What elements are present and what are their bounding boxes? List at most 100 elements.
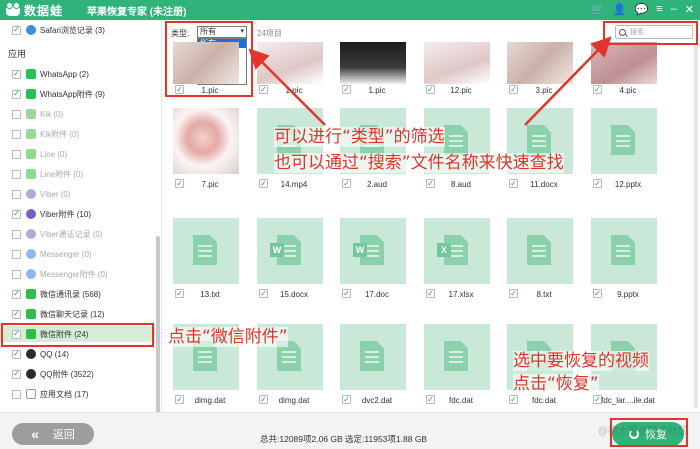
file-tile[interactable]: W 17.doc: [340, 218, 406, 299]
whatsapp-attachment-icon: [26, 89, 36, 99]
app-document-icon: [26, 389, 36, 399]
image-thumbnail: [340, 42, 406, 84]
file-name: 2.aud: [366, 180, 388, 189]
annotation-click-wechat: 点击“微信附件”: [168, 327, 288, 347]
double-chevron-left-icon: «: [31, 426, 39, 442]
window-controls: 🛒 👤 💬 ≡ – ✕: [591, 3, 694, 16]
sidebar-item-label: Kik附件 (0): [40, 129, 80, 139]
grid-scrollbar[interactable]: [694, 44, 698, 408]
sidebar-item-safari-history[interactable]: Safari浏览记录 (3): [0, 22, 155, 38]
file-tile[interactable]: 9.pptx: [591, 218, 657, 299]
item-count: 24项目: [257, 29, 282, 38]
checkbox[interactable]: [12, 25, 21, 35]
image-thumbnail: [173, 108, 239, 174]
sidebar-item-viber[interactable]: Viber (0): [0, 186, 155, 202]
sidebar-item-viber-attachments[interactable]: Viber附件 (10): [0, 206, 155, 222]
excel-badge-icon: X: [437, 243, 451, 257]
file-tile[interactable]: 3.pic: [507, 42, 573, 100]
file-tile[interactable]: dvc2.dat: [340, 324, 406, 405]
file-tile[interactable]: 7.pic: [173, 108, 239, 189]
file-tile[interactable]: X 17.xlsx: [424, 218, 490, 299]
sidebar-item-qq[interactable]: QQ (14): [0, 346, 155, 362]
checkbox[interactable]: [12, 209, 21, 219]
checkbox[interactable]: [12, 309, 21, 319]
file-thumbnail: [340, 324, 406, 390]
file-name: 12.pptx: [614, 180, 642, 189]
sidebar-item-line-attachments[interactable]: Line附件 (0): [0, 166, 155, 182]
frog-logo-icon: [6, 2, 20, 16]
kik-icon: [26, 109, 36, 119]
checkbox[interactable]: [12, 289, 21, 299]
image-thumbnail: [257, 42, 323, 84]
image-thumbnail: [507, 42, 573, 84]
image-thumbnail: [424, 42, 490, 84]
file-name: fdc.dat: [448, 396, 473, 405]
file-tile[interactable]: 13.txt: [173, 218, 239, 299]
sidebar-item-kik-attachments[interactable]: Kik附件 (0): [0, 126, 155, 142]
file-thumbnail: X: [424, 218, 490, 284]
file-tile[interactable]: 12.pptx: [591, 108, 657, 189]
checkbox[interactable]: [12, 189, 21, 199]
checkbox[interactable]: [12, 109, 21, 119]
sidebar-item-wechat-chat[interactable]: 微信聊天记录 (12): [0, 306, 155, 322]
file-thumbnail: W: [340, 218, 406, 284]
file-tile[interactable]: 4.pic: [591, 42, 657, 100]
file-tile[interactable]: 8.txt: [507, 218, 573, 299]
sidebar-item-viber-calls[interactable]: Viber通话记录 (0): [0, 226, 155, 242]
file-name: 17.doc: [364, 290, 390, 299]
sidebar-item-whatsapp[interactable]: WhatsApp (2): [0, 66, 155, 82]
sidebar-item-kik[interactable]: Kik (0): [0, 106, 155, 122]
cart-icon[interactable]: 🛒: [591, 3, 605, 16]
checkbox[interactable]: [12, 89, 21, 99]
sidebar-item-qq-attachments[interactable]: QQ附件 (3522): [0, 366, 155, 382]
person-icon[interactable]: 👤: [613, 3, 627, 16]
sidebar-item-messenger[interactable]: Messenger (0): [0, 246, 155, 262]
file-tile[interactable]: 1.pic: [257, 42, 323, 100]
sidebar-item-label: Viber附件 (10): [40, 209, 91, 219]
file-tile[interactable]: W 15.docx: [257, 218, 323, 299]
file-thumbnail: W: [257, 218, 323, 284]
qq-attachment-icon: [26, 369, 36, 379]
menu-icon[interactable]: ≡: [656, 3, 662, 16]
whatsapp-icon: [26, 69, 36, 79]
back-button[interactable]: « 返回: [12, 423, 94, 445]
file-tile[interactable]: 12.pic: [424, 42, 490, 100]
document-icon: [193, 235, 217, 265]
checkbox[interactable]: [12, 369, 21, 379]
annotation-box-type-filter: [165, 21, 253, 97]
sidebar-item-app-documents[interactable]: 应用文档 (17): [0, 386, 155, 402]
chat-icon[interactable]: 💬: [635, 3, 649, 16]
sidebar-item-whatsapp-attachments[interactable]: WhatsApp附件 (9): [0, 86, 155, 102]
checkbox[interactable]: [12, 249, 21, 259]
file-thumbnail: [507, 218, 573, 284]
file-name: dimg.dat: [194, 396, 226, 405]
file-name: 11.docx: [530, 180, 558, 189]
checkbox[interactable]: [12, 169, 21, 179]
selection-stats: 总共:12089项2.06 GB 选定:11953项1.88 GB: [260, 434, 428, 444]
document-icon: [444, 125, 468, 155]
sidebar-item-line[interactable]: Line (0): [0, 146, 155, 162]
annotation-recover-line1: 选中要恢复的视频: [513, 351, 649, 371]
file-name: 3.pic: [535, 86, 553, 95]
sidebar-scrollbar[interactable]: [156, 236, 160, 412]
file-tile[interactable]: fdc.dat: [424, 324, 490, 405]
checkbox[interactable]: [12, 69, 21, 79]
checkbox[interactable]: [12, 149, 21, 159]
checkbox[interactable]: [12, 269, 21, 279]
annotation-filter-line2: 也可以通过“搜索”文件名称来快速查找: [274, 153, 564, 173]
close-icon[interactable]: ✕: [685, 3, 694, 16]
sidebar-item-messenger-attachments[interactable]: Messenger附件 (0): [0, 266, 155, 282]
file-name: dvc2.dat: [361, 396, 393, 405]
minimize-icon[interactable]: –: [671, 3, 677, 16]
checkbox[interactable]: [12, 349, 21, 359]
checkbox[interactable]: [12, 129, 21, 139]
file-tile[interactable]: 1.pic: [340, 42, 406, 100]
checkbox[interactable]: [12, 389, 21, 399]
checkbox[interactable]: [12, 229, 21, 239]
app-logo: 数据蛙: [6, 2, 63, 19]
file-name: 8.txt: [536, 290, 552, 299]
annotation-box-search: [603, 21, 698, 45]
file-name: 8.aud: [450, 180, 472, 189]
sidebar-item-wechat-contacts[interactable]: 微信通讯录 (568): [0, 286, 155, 302]
title-bar: 数据蛙 苹果恢复专家 (未注册) 🛒 👤 💬 ≡ – ✕: [0, 0, 700, 20]
